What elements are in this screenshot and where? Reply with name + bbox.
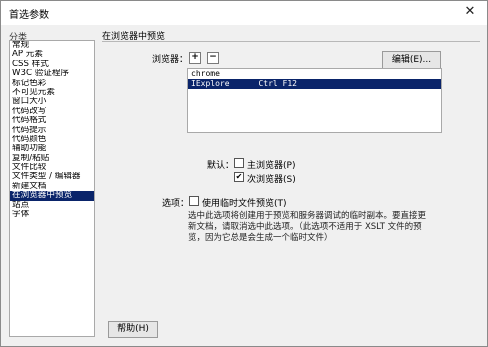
browser-list[interactable]: chrome IExplore Ctrl F12 [187,68,442,133]
category-item[interactable]: 在浏览器中预览 [10,191,94,201]
browser-row[interactable]: chrome [188,69,441,79]
category-item[interactable]: 字体 [10,210,94,219]
category-list[interactable]: 常规 AP 元素 CSS 样式 W3C 验证程序 标记色彩 不可见元素 窗口大小 代码改写 代码… [9,40,95,337]
options-label: 选项： [162,199,190,209]
category-item[interactable]: 复制/粘贴 [10,154,94,163]
category-item[interactable]: 代码颜色 [10,135,94,144]
category-item[interactable]: AP 元素 [10,50,94,59]
category-item[interactable]: 站点 [10,201,94,210]
category-item[interactable]: 不可见元素 [10,88,94,97]
category-item[interactable]: 代码提示 [10,126,94,135]
description-line: 新文档，请取消选中此选项。（此选项不适用于 XSLT 文件的预 [188,222,422,232]
title-bar: 首选参数 ✕ [1,1,487,25]
help-button[interactable]: 帮助(H) [108,321,158,338]
category-item[interactable]: W3C 验证程序 [10,69,94,78]
browser-row[interactable]: IExplore Ctrl F12 [188,79,441,89]
window-title: 首选参数 [9,10,49,21]
category-item[interactable]: 新建文档 [10,182,94,191]
description-line: 览，因为它总是会生成一个临时文件） [188,233,333,243]
category-item[interactable]: 辅助功能 [10,144,94,153]
browser-name: IExplore [191,79,230,88]
category-item[interactable]: 窗口大小 [10,97,94,106]
browsers-label: 浏览器： [152,55,189,65]
description-line: 选中此选项将创建用于预览和服务器调试的临时副本。要直接更 [188,211,427,221]
add-browser-button[interactable]: + [189,52,201,64]
temp-file-checkbox[interactable] [189,196,199,206]
secondary-browser-checkbox[interactable]: ✔ [234,172,244,182]
category-item[interactable]: 常规 [10,41,94,50]
close-icon[interactable]: ✕ [453,1,487,25]
category-item[interactable]: 代码格式 [10,116,94,125]
category-item[interactable]: 文件比较 [10,163,94,172]
preferences-dialog: 首选参数 ✕ 分类 常规 AP 元素 CSS 样式 W3C 验证程序 标记色彩 不可见元素… [0,0,488,347]
secondary-browser-label: 次浏览器(S) [247,175,296,185]
default-label: 默认： [207,161,235,171]
temp-file-label: 使用临时文件预览(T) [202,199,287,209]
description-text: 选中此选项将创建用于预览和服务器调试的临时副本。要直接更 新文档，请取消选中此选… [188,211,478,244]
category-item[interactable]: 标记色彩 [10,79,94,88]
category-item[interactable]: CSS 样式 [10,60,94,69]
section-divider [102,41,480,42]
browser-name: chrome [191,69,220,78]
remove-browser-button[interactable]: − [207,52,219,64]
category-item[interactable]: 代码改写 [10,107,94,116]
primary-browser-checkbox[interactable] [234,158,244,168]
category-item[interactable]: 文件类型 / 编辑器 [10,172,94,181]
primary-browser-label: 主浏览器(P) [247,161,296,171]
edit-browser-button[interactable]: 编辑(E)... [382,51,441,69]
browser-shortcut: Ctrl F12 [258,79,297,88]
